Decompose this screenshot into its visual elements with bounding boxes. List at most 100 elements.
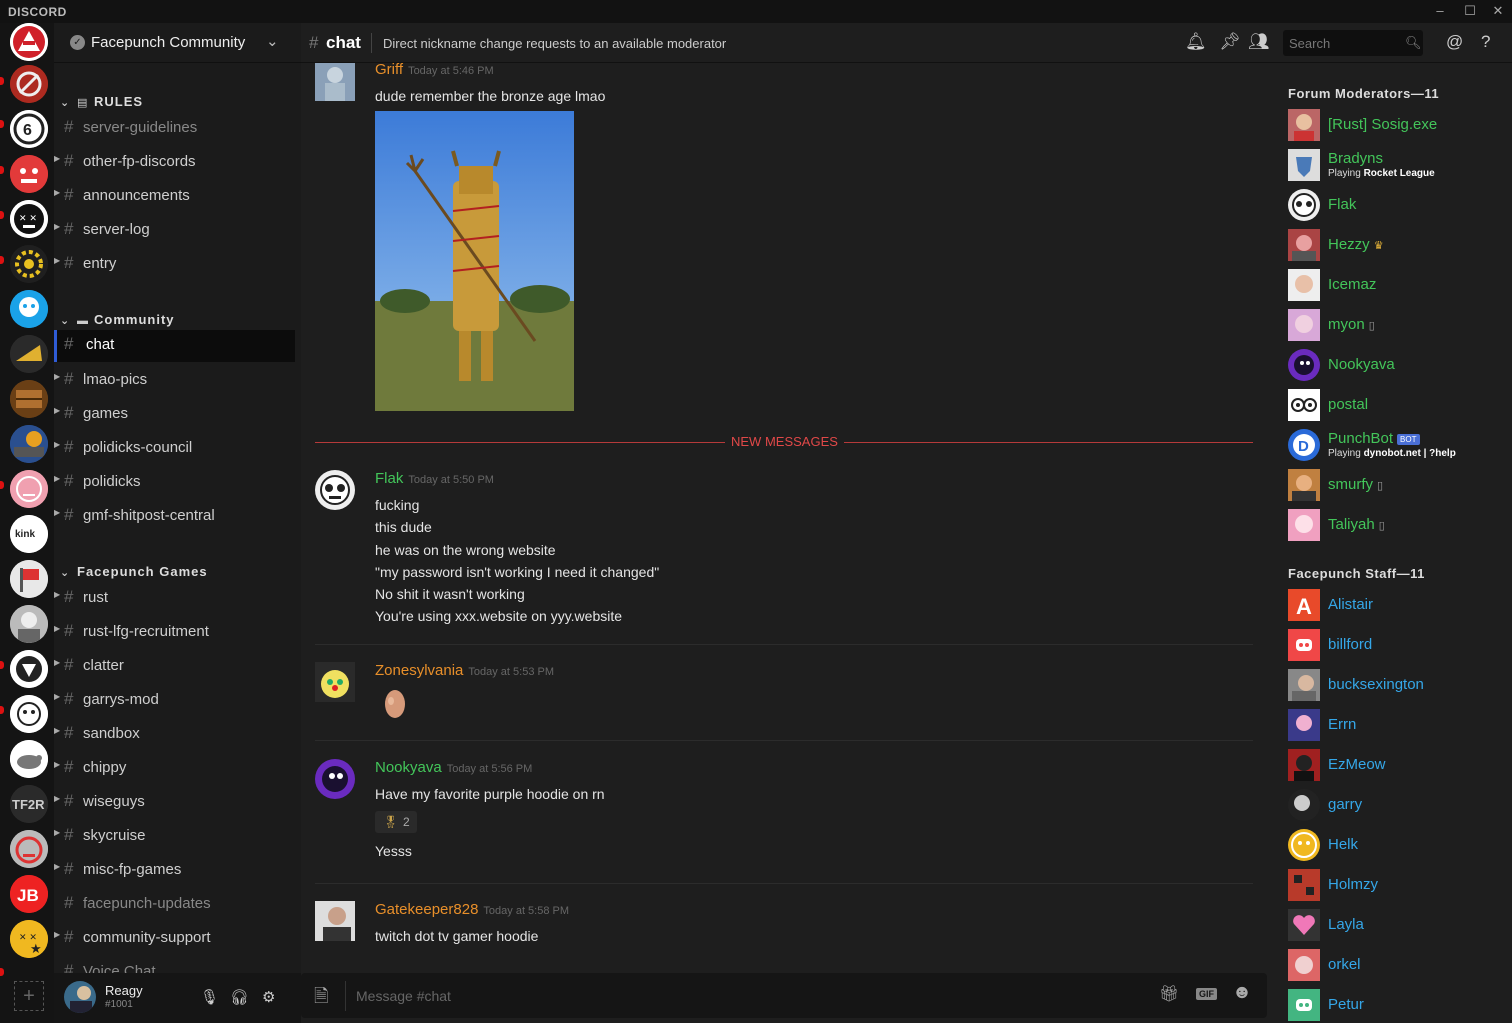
channel-chippy[interactable]: ▶ # chippy (54, 753, 295, 783)
avatar[interactable] (315, 470, 355, 510)
channel-announcements[interactable]: ▶ # announcements (54, 181, 295, 211)
avatar[interactable] (315, 63, 355, 101)
server-icon-wood[interactable] (10, 380, 48, 418)
server-icon-rat[interactable] (10, 740, 48, 778)
channel-polidicks[interactable]: ▶ # polidicks (54, 467, 295, 497)
channel-lmao-pics[interactable]: ▶ # lmao-pics (54, 365, 295, 395)
server-icon-rainbow6[interactable]: 6 (10, 110, 48, 148)
emoji-picker-icon[interactable]: ☻ (1232, 982, 1252, 1004)
channel-voice-chat[interactable]: # Voice Chat (54, 957, 295, 973)
search-input[interactable] (1283, 30, 1423, 56)
channel-wiseguys[interactable]: ▶ # wiseguys (54, 787, 295, 817)
message-input[interactable] (356, 984, 1136, 1008)
pin-icon[interactable]: 📌︎ (1219, 32, 1241, 52)
member-item[interactable]: Helk (1288, 829, 1508, 861)
member-item[interactable]: Bradyns Playing Rocket League (1288, 149, 1508, 181)
member-item[interactable]: Petur (1288, 989, 1508, 1021)
guild-header[interactable]: ✓ Facepunch Community ⌄ (54, 23, 301, 63)
gear-icon[interactable]: ⚙ (262, 988, 275, 1006)
channel-chat[interactable]: # chat (54, 330, 295, 362)
microphone-icon[interactable]: 🎙︎ (200, 988, 219, 1006)
close-button[interactable]: ✕ (1486, 2, 1510, 20)
server-icon-facepunch[interactable] (10, 23, 48, 61)
member-item[interactable]: smurfy ▯ (1288, 469, 1508, 501)
member-item[interactable]: Icemaz (1288, 269, 1508, 301)
server-icon-flag[interactable] (10, 560, 48, 598)
category-community[interactable]: ⌄ ▬ Community (60, 312, 175, 327)
channel-server-guidelines[interactable]: # server-guidelines (54, 113, 295, 143)
member-item[interactable]: orkel (1288, 949, 1508, 981)
server-icon-sketch[interactable] (10, 695, 48, 733)
member-item[interactable]: garry (1288, 789, 1508, 821)
server-icon-game[interactable] (10, 425, 48, 463)
member-item[interactable]: [Rust] Sosig.exe (1288, 109, 1508, 141)
server-icon-face-gray[interactable] (10, 830, 48, 868)
reaction-button[interactable]: 🎖︎ 2 (375, 811, 417, 833)
category-rules[interactable]: ⌄ ▤ RULES (60, 94, 143, 109)
message-image[interactable] (375, 111, 574, 411)
server-icon-face-red[interactable] (10, 155, 48, 193)
server-icon-shield[interactable] (10, 650, 48, 688)
server-icon-jb[interactable]: JB (10, 875, 48, 913)
message-author[interactable]: Flak Today at 5:50 PM (375, 470, 494, 487)
server-icon-face-blue[interactable] (10, 290, 48, 328)
member-item[interactable]: Holmzy (1288, 869, 1508, 901)
member-item[interactable]: Layla (1288, 909, 1508, 941)
member-item[interactable]: myon ▯ (1288, 309, 1508, 341)
member-item[interactable]: postal (1288, 389, 1508, 421)
message-author[interactable]: Nookyava Today at 5:56 PM (375, 759, 532, 776)
member-item[interactable]: bucksexington (1288, 669, 1508, 701)
channel-misc-fp-games[interactable]: ▶ # misc-fp-games (54, 855, 295, 885)
channel-server-log[interactable]: ▶ # server-log (54, 215, 295, 245)
minimize-button[interactable]: – (1428, 2, 1452, 20)
server-icon-tf2r[interactable]: TF2R (10, 785, 48, 823)
channel-garrys-mod[interactable]: ▶ # garrys-mod (54, 685, 295, 715)
channel-rust[interactable]: ▶ # rust (54, 583, 295, 613)
channel-skycruise[interactable]: ▶ # skycruise (54, 821, 295, 851)
member-item[interactable]: D PunchBot BOT Playing dynobot.net | ?hel… (1288, 429, 1508, 461)
category-facepunch-games[interactable]: ⌄ Facepunch Games (60, 564, 208, 579)
message-author[interactable]: Griff Today at 5:46 PM (375, 63, 494, 78)
channel-gmf-shitpost-central[interactable]: ▶ # gmf-shitpost-central (54, 501, 295, 531)
gift-icon[interactable]: 🎁︎ (1159, 984, 1179, 1004)
channel-rust-lfg-recruitment[interactable]: ▶ # rust-lfg-recruitment (54, 617, 295, 647)
member-item[interactable]: billford (1288, 629, 1508, 661)
server-icon-gear[interactable] (10, 245, 48, 283)
member-list-icon[interactable]: 👥︎ (1248, 32, 1270, 52)
member-item[interactable]: Flak (1288, 189, 1508, 221)
member-item[interactable]: A Alistair (1288, 589, 1508, 621)
channel-sandbox[interactable]: ▶ # sandbox (54, 719, 295, 749)
mentions-icon[interactable]: @ (1446, 32, 1463, 52)
add-server-button[interactable]: + (14, 981, 44, 1011)
channel-games[interactable]: ▶ # games (54, 399, 295, 429)
avatar[interactable] (315, 759, 355, 799)
channel-clatter[interactable]: ▶ # clatter (54, 651, 295, 681)
avatar[interactable] (64, 981, 96, 1013)
server-icon-2[interactable] (10, 65, 48, 103)
channel-entry[interactable]: ▶ # entry (54, 249, 295, 279)
server-icon-face-dead[interactable]: ✕ ✕ (10, 200, 48, 238)
upload-file-icon[interactable]: 🗎 (314, 984, 328, 1014)
member-item[interactable]: Hezzy ♛ (1288, 229, 1508, 261)
server-icon-face-star[interactable]: ✕ ✕ ★ (10, 920, 48, 958)
channel-other-fp-discords[interactable]: ▶ # other-fp-discords (54, 147, 295, 177)
chevron-down-icon[interactable]: ⌄ (266, 32, 279, 50)
avatar[interactable] (315, 901, 355, 941)
member-item[interactable]: EzMeow (1288, 749, 1508, 781)
member-item[interactable]: Nookyava (1288, 349, 1508, 381)
message-author[interactable]: Zonesylvania Today at 5:53 PM (375, 662, 554, 679)
channel-polidicks-council[interactable]: ▶ # polidicks-council (54, 433, 295, 463)
gif-button[interactable]: GIF (1196, 988, 1217, 1000)
avatar[interactable] (315, 662, 355, 702)
channel-community-support[interactable]: ▶ # community-support (54, 923, 295, 953)
headphones-icon[interactable]: 🎧︎ (230, 988, 249, 1006)
server-icon-anime[interactable] (10, 605, 48, 643)
bell-icon[interactable]: 🔔︎ (1185, 32, 1207, 52)
message-author[interactable]: Gatekeeper828 Today at 5:58 PM (375, 901, 569, 918)
maximize-button[interactable]: ☐ (1458, 2, 1482, 20)
member-item[interactable]: Taliyah ▯ (1288, 509, 1508, 541)
server-icon-cheese[interactable] (10, 335, 48, 373)
channel-facepunch-updates[interactable]: # facepunch-updates (54, 889, 295, 919)
member-item[interactable]: Errn (1288, 709, 1508, 741)
help-icon[interactable]: ? (1481, 32, 1490, 52)
